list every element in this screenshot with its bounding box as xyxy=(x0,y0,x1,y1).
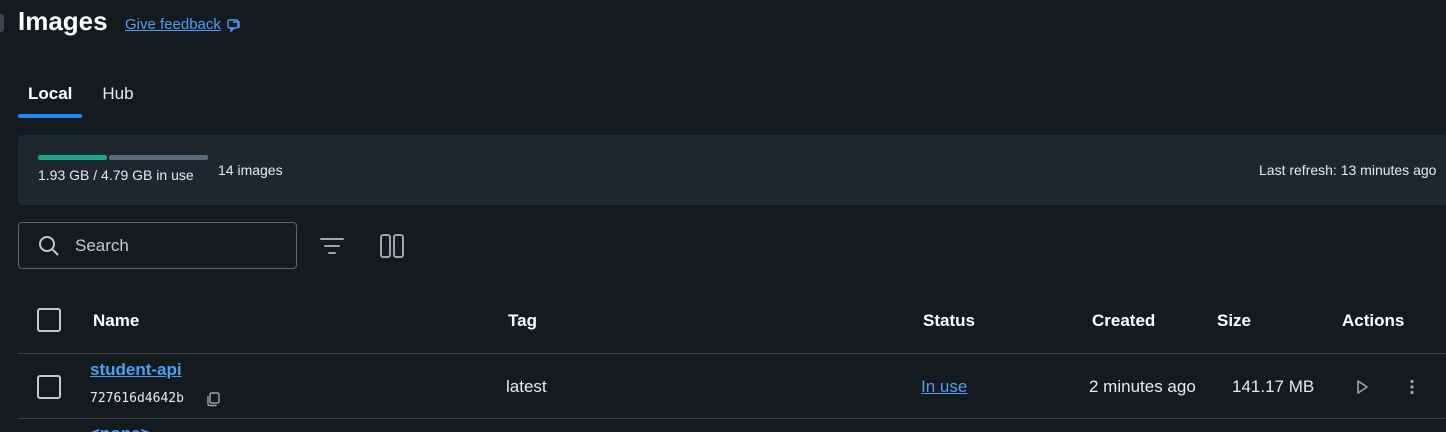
table-header: Name Tag Status Created Size Actions xyxy=(18,296,1446,354)
image-name-link[interactable]: student-api xyxy=(90,360,182,380)
filter-icon xyxy=(320,238,344,254)
sidebar-edge xyxy=(0,14,4,32)
image-created: 2 minutes ago xyxy=(1089,377,1196,396)
image-id: 727616d4642b xyxy=(90,391,184,406)
search-input[interactable] xyxy=(75,235,275,256)
more-actions-button[interactable] xyxy=(1400,375,1424,399)
tab-bar: Local Hub xyxy=(18,80,154,118)
columns-button[interactable] xyxy=(374,228,410,264)
image-count: 14 images xyxy=(218,162,283,178)
tab-local[interactable]: Local xyxy=(18,80,83,118)
column-header-status[interactable]: Status xyxy=(923,311,975,331)
image-tag: latest xyxy=(506,377,547,396)
filter-button[interactable] xyxy=(314,228,350,264)
disk-usage-used xyxy=(38,155,107,160)
storage-summary-panel: 1.93 GB / 4.79 GB in use 14 images Last … xyxy=(18,135,1446,205)
more-vertical-icon xyxy=(1410,379,1414,395)
column-header-size[interactable]: Size xyxy=(1217,311,1251,331)
column-header-tag[interactable]: Tag xyxy=(508,311,537,331)
disk-usage-free xyxy=(108,155,208,160)
tab-hub[interactable]: Hub xyxy=(92,80,143,118)
table-row[interactable]: student-api 727616d4642b latest In use 2… xyxy=(18,355,1446,419)
status-link[interactable]: In use xyxy=(921,377,967,396)
row-checkbox[interactable] xyxy=(37,375,61,399)
last-refresh-text: Last refresh: 13 minutes ago xyxy=(1259,162,1437,178)
search-icon xyxy=(39,235,59,256)
search-box[interactable] xyxy=(18,222,297,269)
columns-icon xyxy=(380,234,404,258)
disk-usage-bar xyxy=(38,155,208,160)
next-row-name-partial[interactable]: <none> xyxy=(90,424,150,432)
feedback-label: Give feedback xyxy=(125,16,221,33)
image-size: 141.17 MB xyxy=(1232,377,1315,396)
feedback-icon xyxy=(227,18,240,33)
page-title: Images xyxy=(18,6,108,36)
column-header-created[interactable]: Created xyxy=(1092,311,1155,331)
run-button[interactable] xyxy=(1350,375,1374,399)
copy-icon[interactable] xyxy=(204,390,222,408)
give-feedback-link[interactable]: Give feedback xyxy=(125,16,242,33)
disk-usage-text: 1.93 GB / 4.79 GB in use xyxy=(38,167,194,183)
select-all-checkbox[interactable] xyxy=(37,308,61,332)
play-icon xyxy=(1357,380,1368,394)
column-header-actions: Actions xyxy=(1342,311,1405,330)
column-header-name[interactable]: Name xyxy=(93,311,139,331)
